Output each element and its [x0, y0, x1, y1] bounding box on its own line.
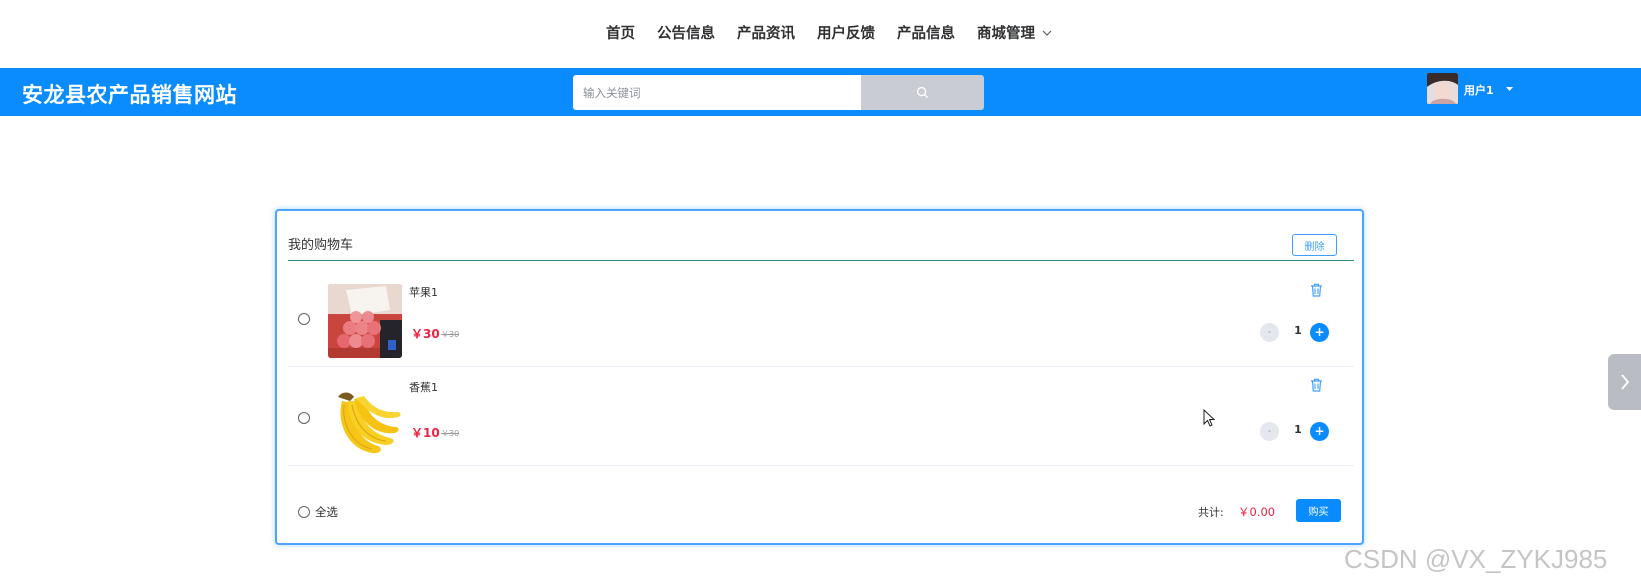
user-name[interactable]: 用户1	[1464, 82, 1494, 98]
product-name: 香蕉1	[409, 381, 438, 394]
chevron-down-icon	[1042, 30, 1052, 36]
nav-item-label: 首页	[606, 26, 635, 42]
nav-item-announcements[interactable]: 公告信息	[657, 22, 715, 43]
trash-icon[interactable]	[1310, 283, 1323, 297]
side-expand-tab[interactable]	[1608, 354, 1641, 410]
avatar[interactable]	[1427, 73, 1458, 104]
nav-item-label: 用户反馈	[817, 26, 875, 42]
nav-item-label: 公告信息	[657, 26, 715, 42]
quantity-value: 1	[1294, 423, 1302, 436]
cart-title: 我的购物车	[288, 238, 354, 253]
product-price: ￥10	[411, 426, 440, 440]
chevron-right-icon	[1620, 374, 1629, 390]
product-image-banana	[328, 383, 402, 457]
product-image-apple	[328, 284, 402, 358]
increase-quantity-button[interactable]: +	[1310, 422, 1329, 441]
decrease-quantity-button[interactable]: -	[1260, 422, 1279, 441]
search-icon	[916, 86, 929, 99]
top-nav: 首页 公告信息 产品资讯 用户反馈 产品信息 商城管理	[0, 0, 1641, 68]
total-value: ￥0.00	[1238, 505, 1276, 519]
nav-item-label: 商城管理	[977, 26, 1035, 42]
item-select-radio[interactable]	[298, 313, 310, 325]
site-title: 安龙县农产品销售网站	[22, 83, 237, 107]
avatar-image	[1427, 73, 1458, 104]
buy-button[interactable]: 购买	[1296, 499, 1341, 522]
nav-item-home[interactable]: 首页	[606, 22, 635, 43]
search-button[interactable]	[861, 75, 984, 110]
increase-quantity-button[interactable]: +	[1310, 323, 1329, 342]
product-original-price: ￥30	[441, 429, 460, 438]
nav-item-product-news[interactable]: 产品资讯	[737, 22, 795, 43]
nav-item-label: 产品资讯	[737, 26, 795, 42]
top-nav-menu: 首页 公告信息 产品资讯 用户反馈 产品信息 商城管理	[606, 22, 1075, 43]
select-all-label[interactable]: 全选	[315, 504, 338, 520]
product-price: ￥30	[411, 327, 440, 341]
caret-down-icon[interactable]	[1506, 87, 1513, 92]
quantity-value: 1	[1294, 324, 1302, 337]
cart-item: 苹果1 ￥30 ￥30 - 1 +	[288, 268, 1354, 367]
select-all-radio[interactable]	[298, 506, 310, 518]
product-original-price: ￥30	[441, 330, 460, 339]
cart-item: 香蕉1 ￥10 ￥30 - 1 +	[288, 367, 1354, 466]
mouse-cursor-icon	[1203, 409, 1215, 427]
decrease-quantity-button[interactable]: -	[1260, 323, 1279, 342]
header-bar: 安龙县农产品销售网站 用户1	[0, 68, 1641, 116]
cart-panel: 我的购物车 删除 苹果1 ￥30 ￥30 - 1 + 香蕉1 ￥10 ￥30 -…	[275, 209, 1364, 545]
watermark: CSDN @VX_ZYKJ985	[1344, 544, 1608, 574]
nav-item-mall-management[interactable]: 商城管理	[977, 22, 1053, 43]
total-label: 共计:	[1198, 506, 1224, 519]
nav-item-products[interactable]: 产品信息	[897, 22, 955, 43]
nav-item-label: 产品信息	[897, 26, 955, 42]
search-input[interactable]	[573, 75, 862, 110]
item-select-radio[interactable]	[298, 412, 310, 424]
product-name: 苹果1	[409, 286, 438, 299]
nav-item-feedback[interactable]: 用户反馈	[817, 22, 875, 43]
divider	[288, 260, 1354, 261]
delete-button[interactable]: 删除	[1292, 234, 1337, 256]
trash-icon[interactable]	[1310, 378, 1323, 392]
